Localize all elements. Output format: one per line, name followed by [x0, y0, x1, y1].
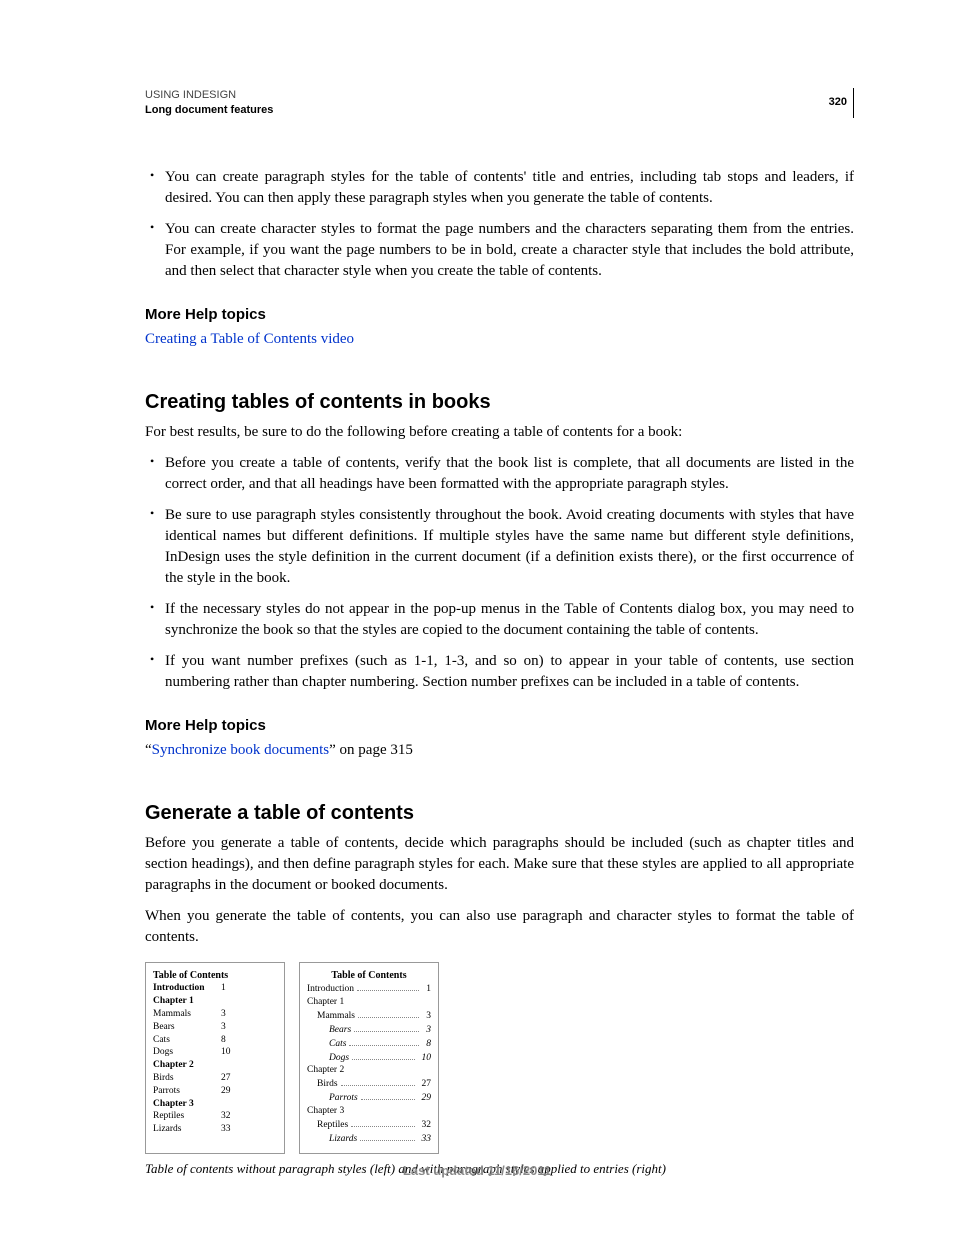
list-item: If the necessary styles do not appear in… — [145, 599, 854, 641]
toc-entry: Parrots29 — [153, 1085, 277, 1098]
help-link-toc-video[interactable]: Creating a Table of Contents video — [145, 331, 354, 347]
toc-example-left: Table of Contents Introduction1Chapter 1… — [145, 962, 285, 1154]
toc-entry: Bears3 — [153, 1021, 277, 1034]
quote-open: “ — [145, 742, 152, 758]
toc-entry: Chapter 2 — [153, 1059, 277, 1072]
help-heading: More Help topics — [145, 715, 854, 736]
toc-entry: Dogs10 — [153, 1046, 277, 1059]
books-bullet-list: Before you create a table of contents, v… — [145, 453, 854, 693]
toc-entry: Chapter 2 — [307, 1064, 431, 1077]
quote-tail: ” on page 315 — [329, 742, 413, 758]
toc-entry: Chapter 1 — [307, 996, 431, 1009]
body-text: When you generate the table of contents,… — [145, 906, 854, 948]
toc-entry: Chapter 3 — [307, 1105, 431, 1118]
toc-entry: Birds27 — [153, 1072, 277, 1085]
doc-section: Long document features — [145, 103, 273, 118]
toc-entry: Reptiles32 — [307, 1118, 431, 1132]
help-cross-reference: “Synchronize book documents” on page 315 — [145, 740, 854, 761]
intro-bullet-list: You can create paragraph styles for the … — [145, 167, 854, 282]
doc-title: USING INDESIGN — [145, 88, 273, 103]
toc-entry: Dogs10 — [307, 1051, 431, 1065]
page-number: 320 — [829, 95, 847, 110]
page-header: USING INDESIGN Long document features 32… — [145, 88, 854, 119]
list-item: You can create paragraph styles for the … — [145, 167, 854, 209]
toc-entry: Lizards33 — [153, 1123, 277, 1136]
section-heading-books: Creating tables of contents in books — [145, 388, 854, 416]
toc-entry: Introduction1 — [307, 982, 431, 996]
toc-entry: Cats8 — [307, 1037, 431, 1051]
toc-entry: Reptiles32 — [153, 1110, 277, 1123]
body-text: Before you generate a table of contents,… — [145, 833, 854, 896]
toc-entry: Cats8 — [153, 1034, 277, 1047]
toc-entry: Chapter 3 — [153, 1098, 277, 1111]
list-item: If you want number prefixes (such as 1-1… — [145, 651, 854, 693]
page-footer: Last updated 11/16/2011 — [0, 1162, 954, 1180]
toc-entry: Parrots29 — [307, 1091, 431, 1105]
toc-example-right: Table of Contents Introduction1Chapter 1… — [299, 962, 439, 1154]
page-number-bar — [853, 88, 854, 118]
toc-entry: Birds27 — [307, 1077, 431, 1091]
list-item: Be sure to use paragraph styles consiste… — [145, 505, 854, 589]
section-heading-generate: Generate a table of contents — [145, 799, 854, 827]
body-text: For best results, be sure to do the foll… — [145, 422, 854, 443]
help-link-sync-book[interactable]: Synchronize book documents — [152, 742, 329, 758]
toc-entry: Introduction1 — [153, 982, 277, 995]
toc-box-title: Table of Contents — [307, 969, 431, 983]
toc-entry: Lizards33 — [307, 1132, 431, 1146]
toc-entry: Bears3 — [307, 1023, 431, 1037]
help-heading: More Help topics — [145, 304, 854, 325]
toc-box-title: Table of Contents — [153, 969, 277, 983]
toc-entry: Mammals3 — [153, 1008, 277, 1021]
toc-entry: Mammals3 — [307, 1009, 431, 1023]
toc-entry: Chapter 1 — [153, 995, 277, 1008]
toc-figure: Table of Contents Introduction1Chapter 1… — [145, 962, 854, 1178]
list-item: Before you create a table of contents, v… — [145, 453, 854, 495]
list-item: You can create character styles to forma… — [145, 219, 854, 282]
